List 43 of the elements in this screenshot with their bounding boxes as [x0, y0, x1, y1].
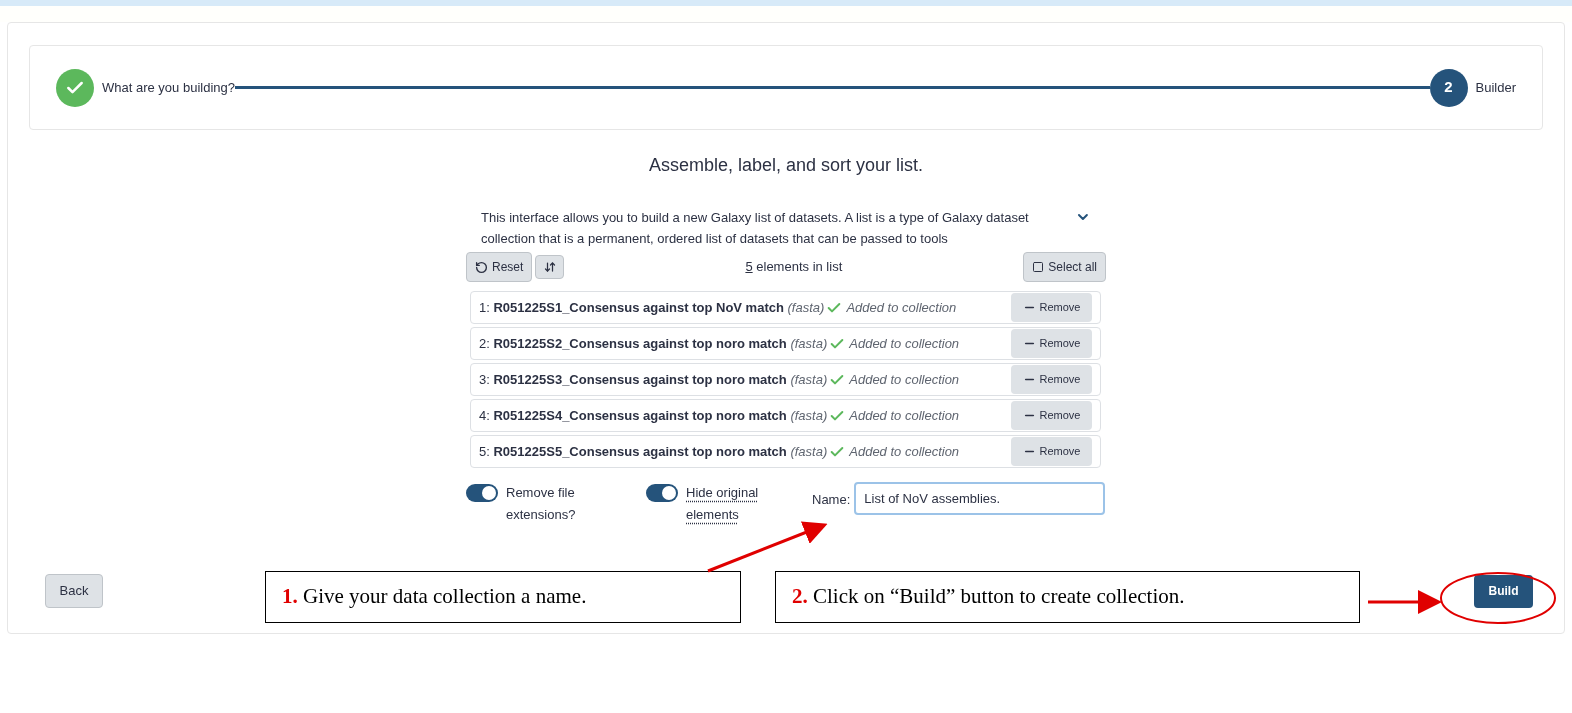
element-status: Added to collection	[849, 370, 960, 389]
name-label: Name:	[812, 491, 851, 509]
callout-text: 2. Click on “Build” button to create collection.	[792, 583, 1185, 611]
list-element[interactable]: 4: R051225S4_Consensus against top noro match (fasta) Added to collection Remove	[470, 399, 1101, 432]
element-title: 5: R051225S5_Consensus against top noro match (fasta)	[479, 442, 828, 461]
list-element[interactable]: 3: R051225S3_Consensus against top noro match (fasta) Added to collection Remove	[470, 363, 1101, 396]
remove-button[interactable]: Remove	[1011, 329, 1092, 358]
name-input[interactable]: List of NoV assemblies.	[854, 482, 1106, 515]
select-all-button[interactable]: Select all	[1023, 252, 1106, 282]
element-status: Added to collection	[849, 406, 960, 425]
back-button[interactable]: Back	[45, 574, 103, 608]
remove-button[interactable]: Remove	[1011, 437, 1092, 466]
element-title: 2: R051225S2_Consensus against top noro match (fasta)	[479, 334, 828, 353]
element-status: Added to collection	[849, 442, 960, 461]
list-element[interactable]: 5: R051225S5_Consensus against top noro match (fasta) Added to collection Remove	[470, 435, 1101, 468]
remove-button[interactable]: Remove	[1011, 365, 1092, 394]
toggle-switch[interactable]	[466, 484, 498, 502]
element-status: Added to collection	[846, 298, 957, 317]
sort-button[interactable]	[535, 255, 565, 279]
build-button[interactable]: Build	[1474, 574, 1533, 608]
sort-icon	[543, 261, 556, 273]
step-label: What are you building?	[102, 78, 235, 97]
element-status: Added to collection	[849, 334, 960, 353]
element-title: 4: R051225S4_Consensus against top noro match (fasta)	[479, 406, 828, 425]
toggle-label: Hide original elements	[686, 484, 760, 524]
list-element[interactable]: 2: R051225S2_Consensus against top noro match (fasta) Added to collection Remove	[470, 327, 1101, 360]
step-label: Builder	[1475, 78, 1516, 97]
remove-button[interactable]: Remove	[1011, 401, 1092, 430]
undo-icon	[475, 260, 488, 274]
step-done-icon	[56, 68, 94, 107]
list-element[interactable]: 1: R051225S1_Consensus against top NoV match (fasta) Added to collection Remove	[470, 291, 1101, 324]
description-text: This interface allows you to build a new Galaxy list of datasets. A list is a type of Galaxy dataset collection that is a permanent, ordered list of datasets that can be passed to tools	[481, 209, 1030, 248]
toggle-label: Remove file extensions?	[506, 484, 577, 524]
callout-text: 1. Give your data collection a name.	[282, 583, 587, 611]
element-count: 5 elements in list	[744, 258, 844, 277]
reset-button[interactable]: Reset	[466, 252, 533, 282]
element-title: 3: R051225S3_Consensus against top noro match (fasta)	[479, 370, 828, 389]
page-heading: Assemble, label, and sort your list.	[647, 154, 925, 177]
element-title: 1: R051225S1_Consensus against top NoV match (fasta)	[479, 298, 825, 317]
remove-button[interactable]: Remove	[1011, 293, 1092, 322]
checkbox-icon	[1032, 261, 1045, 273]
toggle-switch[interactable]	[646, 484, 678, 502]
step-number: 2	[1429, 68, 1468, 107]
